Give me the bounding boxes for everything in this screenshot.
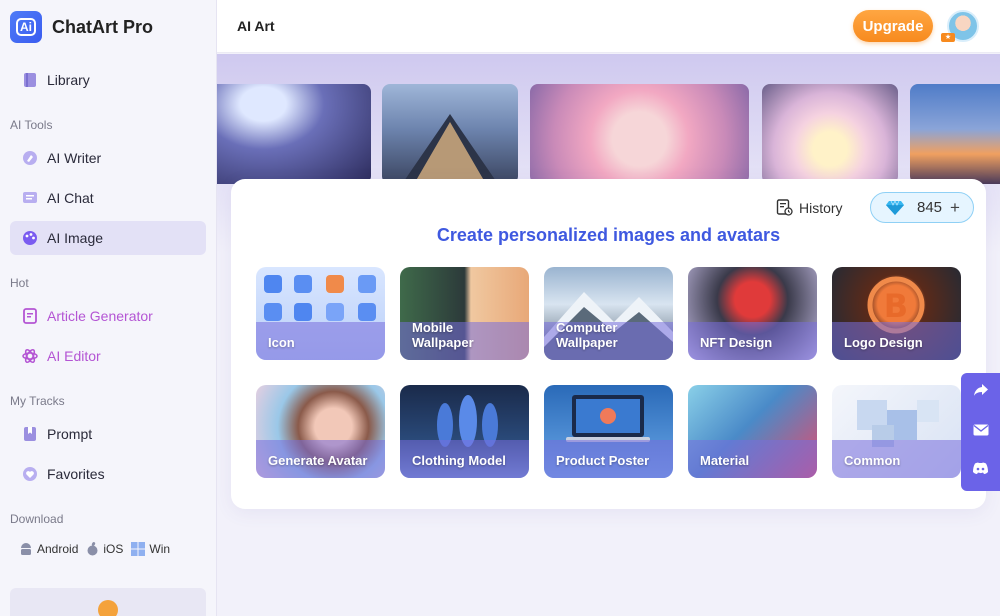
category-card-logo-design[interactable]: B Logo Design: [832, 267, 961, 360]
category-card-material[interactable]: Material: [688, 385, 817, 478]
banner-image: [530, 84, 749, 184]
card-label: Clothing Model: [412, 453, 506, 468]
card-label: Mobile Wallpaper: [412, 320, 474, 350]
add-credits-icon[interactable]: +: [950, 198, 960, 218]
sidebar-item-label: AI Writer: [47, 150, 102, 166]
vip-badge-icon: ★: [941, 33, 955, 42]
sidebar-item-favorites[interactable]: Favorites: [10, 457, 206, 491]
sidebar-item-ai-image[interactable]: AI Image: [10, 221, 206, 255]
history-button[interactable]: History: [776, 199, 843, 216]
banner-image: [217, 84, 371, 184]
heart-icon: [22, 466, 38, 482]
discord-button[interactable]: [961, 451, 1000, 490]
sidebar-item-ai-writer[interactable]: AI Writer: [10, 141, 206, 175]
category-card-mobile-wallpaper[interactable]: Mobile Wallpaper: [400, 267, 529, 360]
svg-text:B: B: [884, 287, 908, 325]
create-panel: History 845 + Create personalized images…: [231, 179, 986, 509]
card-label: Generate Avatar: [268, 453, 368, 468]
section-download: Download: [10, 512, 64, 526]
banner-image: [382, 84, 518, 184]
mail-icon: [973, 423, 989, 441]
banner-image: [910, 84, 1000, 184]
floating-action-bar: [961, 373, 1000, 491]
category-card-clothing-model[interactable]: Clothing Model: [400, 385, 529, 478]
discord-icon: [972, 462, 989, 480]
card-label: NFT Design: [700, 335, 773, 350]
download-ios[interactable]: iOS: [86, 542, 123, 556]
category-card-common[interactable]: Common: [832, 385, 961, 478]
sidebar-item-label: AI Editor: [47, 348, 101, 364]
app-logo-icon: Ai: [10, 11, 42, 43]
category-card-computer-wallpaper[interactable]: Computer Wallpaper: [544, 267, 673, 360]
credits-value: 845: [917, 199, 943, 216]
card-label: Material: [700, 453, 750, 468]
card-label: Logo Design: [844, 335, 923, 350]
article-icon: [22, 308, 38, 324]
app-name: ChatArt Pro: [52, 16, 154, 37]
library-icon: [22, 72, 38, 88]
sidebar-item-label: AI Image: [47, 230, 104, 246]
writer-icon: [22, 150, 38, 166]
page-title: AI Art: [237, 18, 275, 34]
main-content: History 845 + Create personalized images…: [217, 54, 1000, 616]
brand[interactable]: Ai ChatArt Pro: [10, 10, 153, 44]
email-button[interactable]: [961, 412, 1000, 451]
sidebar-promo-card[interactable]: [10, 588, 206, 616]
windows-icon: [131, 542, 146, 556]
card-label: Computer Wallpaper: [556, 320, 618, 350]
share-icon: [973, 383, 989, 402]
palette-icon: [22, 230, 38, 246]
sidebar: Ai ChatArt Pro Library AI Tools AI Write…: [0, 0, 217, 616]
banner-gallery: [217, 84, 1000, 184]
android-icon: [19, 542, 33, 556]
sidebar-item-label: AI Chat: [47, 190, 94, 206]
chat-icon: [22, 190, 38, 206]
sidebar-item-label: Prompt: [47, 426, 93, 442]
download-links: Android iOS Win: [19, 542, 178, 556]
sidebar-item-label: Favorites: [47, 466, 105, 482]
atom-icon: [22, 348, 38, 364]
sidebar-item-label: Article Generator: [47, 308, 153, 324]
download-win[interactable]: Win: [131, 542, 170, 556]
card-label: Product Poster: [556, 453, 650, 468]
apple-icon: [86, 542, 99, 556]
sidebar-item-label: Library: [47, 72, 90, 88]
section-hot: Hot: [10, 276, 29, 290]
banner-image: [762, 84, 898, 184]
sidebar-item-article-generator[interactable]: Article Generator: [10, 299, 206, 333]
download-android[interactable]: Android: [19, 542, 78, 556]
history-icon: [776, 199, 793, 216]
diamond-icon: [885, 199, 905, 216]
sidebar-item-ai-editor[interactable]: AI Editor: [10, 339, 206, 373]
panel-title: Create personalized images and avatars: [436, 225, 781, 245]
sidebar-item-prompt[interactable]: Prompt: [10, 417, 206, 451]
sidebar-item-library[interactable]: Library: [10, 63, 206, 97]
category-card-nft-design[interactable]: NFT Design: [688, 267, 817, 360]
bookmark-icon: [22, 426, 38, 442]
upgrade-button[interactable]: Upgrade: [853, 10, 933, 42]
promo-icon: [98, 600, 118, 616]
category-card-product-poster[interactable]: Product Poster: [544, 385, 673, 478]
section-ai-tools: AI Tools: [10, 118, 53, 132]
category-card-icon[interactable]: Icon: [256, 267, 385, 360]
share-button[interactable]: [961, 373, 1000, 412]
card-label: Common: [844, 453, 901, 468]
sidebar-item-ai-chat[interactable]: AI Chat: [10, 181, 206, 215]
history-label: History: [799, 199, 843, 216]
section-my-tracks: My Tracks: [10, 394, 65, 408]
category-card-generate-avatar[interactable]: Generate Avatar: [256, 385, 385, 478]
credits-balance[interactable]: 845 +: [870, 192, 974, 223]
card-label: Icon: [268, 335, 295, 350]
top-header: AI Art Upgrade ★: [217, 0, 1000, 53]
